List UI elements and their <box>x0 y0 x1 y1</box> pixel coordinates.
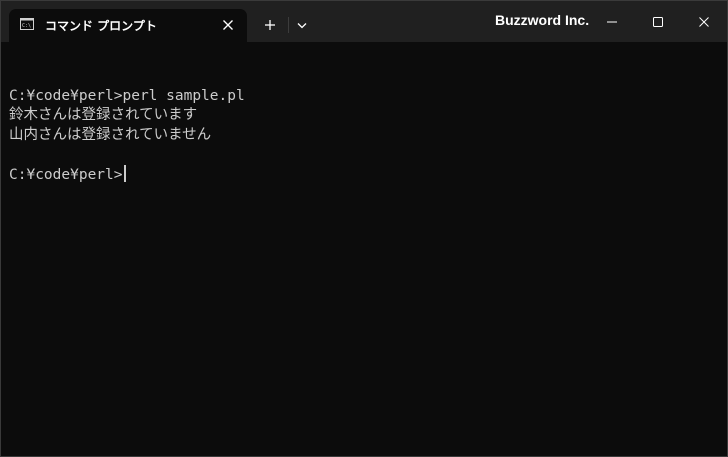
title-bar[interactable]: C:\ コマンド プロンプト Buzzword Inc. <box>1 1 727 42</box>
plus-icon[interactable] <box>259 14 281 36</box>
terminal-line: 山内さんは登録されていません <box>9 126 212 143</box>
cmd-icon: C:\ <box>20 18 34 30</box>
close-icon <box>699 17 709 27</box>
terminal-line: C:¥code¥perl>perl sample.pl <box>9 87 245 104</box>
close-button[interactable] <box>681 1 727 42</box>
tab-command-prompt[interactable]: C:\ コマンド プロンプト <box>9 9 247 42</box>
tab-title: コマンド プロンプト <box>45 19 157 33</box>
terminal-line: 鈴木さんは登録されています <box>9 107 198 123</box>
tab-separator <box>288 17 289 33</box>
text-cursor <box>123 164 126 182</box>
window-title: Buzzword Inc. <box>495 12 590 28</box>
svg-text:C:\: C:\ <box>22 23 31 29</box>
chevron-down-icon[interactable] <box>293 16 311 34</box>
prompt-line[interactable]: C:¥code¥perl> <box>9 164 727 185</box>
prompt-text: C:¥code¥perl> <box>9 166 123 183</box>
close-icon[interactable] <box>220 17 236 33</box>
maximize-icon <box>653 17 663 27</box>
minimize-icon <box>607 21 617 23</box>
terminal-output[interactable]: C:¥code¥perl>perl sample.pl 鈴木さんは登録されていま… <box>1 42 727 456</box>
maximize-button[interactable] <box>635 1 681 42</box>
minimize-button[interactable] <box>589 1 635 42</box>
terminal-window: C:\ コマンド プロンプト Buzzword Inc. C:¥code¥per… <box>0 0 728 457</box>
